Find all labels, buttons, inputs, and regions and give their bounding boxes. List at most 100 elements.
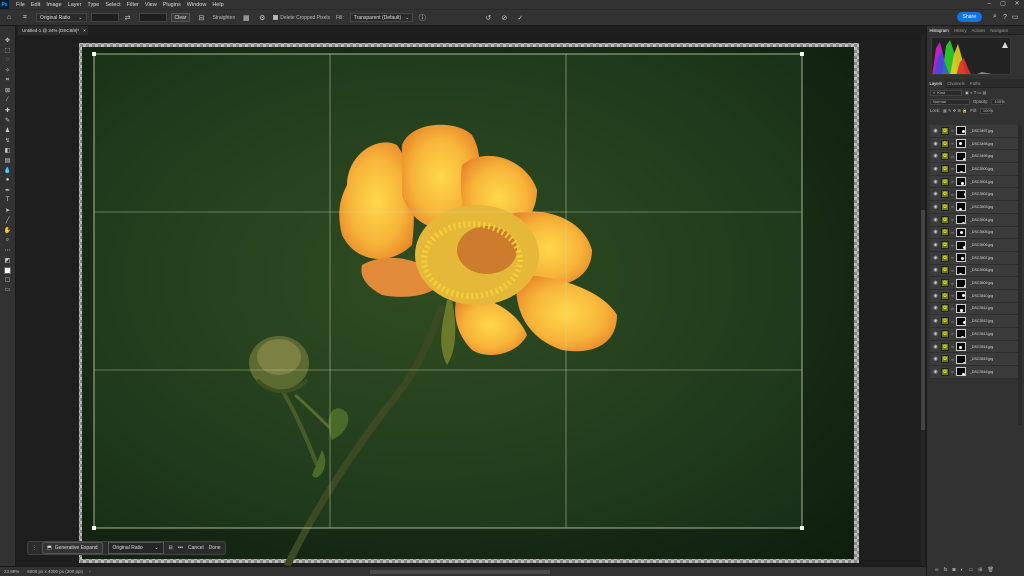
layer-mask-thumbnail[interactable]	[955, 177, 966, 187]
layer-row[interactable]: ◉ ✿ ∞ _DSC3505.jpg	[930, 226, 1018, 240]
generative-expand-button[interactable]: ⬒ Generative Expand	[42, 542, 103, 554]
crop-handle-bottom-left[interactable]	[92, 526, 96, 530]
horizontal-scroll-thumb[interactable]	[370, 570, 550, 574]
crop-handle-bottom-right[interactable]	[800, 526, 804, 530]
delete-cropped-checkbox[interactable]	[273, 15, 279, 20]
visibility-eye-icon[interactable]: ◉	[932, 369, 939, 375]
menu-view[interactable]: View	[142, 2, 160, 8]
magic-wand-icon[interactable]: ✧	[3, 65, 13, 75]
mask-link-icon[interactable]: ∞	[951, 217, 954, 222]
menu-window[interactable]: Window	[184, 2, 210, 8]
layer-mask-thumbnail[interactable]	[955, 139, 966, 149]
layer-row[interactable]: ◉ ✿ ∞ _DSC3499.jpg	[930, 150, 1018, 164]
layers-scrollbar[interactable]	[1018, 125, 1022, 425]
fx-icon[interactable]: fx	[944, 567, 948, 573]
filter-icons[interactable]: ▣ ◐ T ▭ ▤	[965, 90, 986, 95]
canvas-vertical-scrollbar[interactable]	[921, 35, 925, 566]
maximize-button[interactable]: ▢	[996, 0, 1010, 9]
layer-mask-thumbnail[interactable]	[955, 316, 966, 326]
visibility-eye-icon[interactable]: ◉	[932, 356, 939, 362]
visibility-eye-icon[interactable]: ◉	[932, 179, 939, 185]
layer-mask-thumbnail[interactable]	[955, 202, 966, 212]
layer-row[interactable]: ◉ ✿ ∞ _DSC3512.jpg	[930, 315, 1018, 328]
foreground-color-swatch[interactable]	[4, 267, 11, 274]
layer-mask-thumbnail[interactable]	[955, 354, 966, 364]
mask-link-icon[interactable]: ∞	[951, 319, 954, 324]
layer-row[interactable]: ◉ ✿ ∞ _DSC3500.jpg	[930, 163, 1018, 176]
layer-row[interactable]: ◉ ✿ ∞ _DSC3514.jpg	[930, 340, 1018, 354]
layer-row[interactable]: ◉ ✿ ∞ _DSC3503.jpg	[930, 201, 1018, 214]
menu-image[interactable]: Image	[43, 2, 64, 8]
context-done-button[interactable]: Done	[209, 545, 221, 551]
delete-cropped-option[interactable]: Delete Cropped Pixels	[273, 15, 330, 21]
visibility-eye-icon[interactable]: ◉	[932, 229, 939, 235]
mask-link-icon[interactable]: ∞	[951, 230, 954, 235]
crop-width-field[interactable]	[90, 13, 119, 22]
context-cancel-button[interactable]: Cancel	[188, 545, 204, 551]
commit-check-icon[interactable]: ✓	[515, 13, 525, 23]
info-icon[interactable]: ⓘ	[417, 13, 427, 23]
visibility-eye-icon[interactable]: ◉	[932, 166, 939, 172]
visibility-eye-icon[interactable]: ◉	[932, 217, 939, 223]
path-select-icon[interactable]: ➤	[3, 205, 13, 215]
screen-mode-icon[interactable]: ▭	[3, 284, 13, 294]
context-ratio-select[interactable]: Original Ratio ⌄	[107, 542, 164, 554]
workspace-icon[interactable]: ▭	[1010, 13, 1020, 21]
context-more-button[interactable]: •••	[178, 545, 183, 551]
menu-file[interactable]: File	[13, 2, 28, 8]
layer-row[interactable]: ◉ ✿ ∞ _DSC3501.jpg	[930, 175, 1018, 189]
visibility-eye-icon[interactable]: ◉	[932, 255, 939, 261]
menu-edit[interactable]: Edit	[28, 2, 43, 8]
group-folder-icon[interactable]: ▭	[969, 567, 974, 573]
type-tool-icon[interactable]: T	[3, 195, 13, 205]
visibility-eye-icon[interactable]: ◉	[932, 141, 939, 147]
cancel-crop-icon[interactable]: ⊘	[499, 13, 509, 23]
eyedropper-icon[interactable]: ⁄	[3, 95, 13, 105]
visibility-eye-icon[interactable]: ◉	[932, 242, 939, 248]
document-tab[interactable]: Untitled-1 @ 24% (DSC8/8)* ×	[18, 26, 88, 35]
mask-link-icon[interactable]: ∞	[951, 154, 954, 159]
trash-icon[interactable]: 🗑	[987, 567, 993, 573]
layer-row[interactable]: ◉ ✿ ∞ _DSC3509.jpg	[930, 277, 1018, 290]
mask-link-icon[interactable]: ∞	[951, 204, 954, 209]
clear-button[interactable]: Clear	[170, 13, 191, 22]
eraser-icon[interactable]: ◧	[3, 145, 13, 155]
crop-tool-icon[interactable]: ⌗	[3, 75, 13, 85]
mask-link-icon[interactable]: ∞	[951, 293, 954, 298]
layer-mask-thumbnail[interactable]	[955, 240, 966, 250]
layer-kind-filter[interactable]: ⌕ Kind	[930, 89, 962, 96]
blur-tool-icon[interactable]: 💧	[3, 165, 13, 175]
visibility-eye-icon[interactable]: ◉	[932, 204, 939, 210]
shape-tool-icon[interactable]: ╱	[3, 215, 13, 225]
fill-field[interactable]: 100%	[979, 107, 993, 114]
layer-row[interactable]: ◉ ✿ ∞ _DSC3508.jpg	[930, 264, 1018, 278]
visibility-eye-icon[interactable]: ◉	[932, 280, 939, 286]
tab-navigator[interactable]: Navigator	[988, 26, 1011, 35]
tab-paths[interactable]: Paths	[967, 79, 983, 88]
zoom-level[interactable]: 23.89%	[4, 569, 19, 574]
layer-mask-thumbnail[interactable]	[955, 342, 966, 352]
mask-link-icon[interactable]: ∞	[951, 268, 954, 273]
mask-link-icon[interactable]: ∞	[951, 128, 954, 133]
layer-mask-thumbnail[interactable]	[955, 189, 966, 199]
adjustment-layer-icon[interactable]: ◐	[961, 567, 964, 573]
share-button[interactable]: Share	[956, 12, 982, 22]
marquee-tool-icon[interactable]: ⬚	[3, 45, 13, 55]
layer-row[interactable]: ◉ ✿ ∞ _DSC3513.jpg	[930, 328, 1018, 341]
crop-ratio-select[interactable]: Original Ratio ⌄	[36, 13, 87, 22]
layer-row[interactable]: ◉ ✿ ∞ _DSC3497.jpg	[930, 125, 1018, 138]
layer-mask-thumbnail[interactable]	[955, 278, 966, 288]
menu-filter[interactable]: Filter	[124, 2, 142, 8]
layer-row[interactable]: ◉ ✿ ∞ _DSC3507.jpg	[930, 251, 1018, 265]
healing-brush-icon[interactable]: ✚	[3, 105, 13, 115]
mask-link-icon[interactable]: ∞	[951, 306, 954, 311]
layer-mask-thumbnail[interactable]	[955, 164, 966, 174]
straighten-icon[interactable]: ⊟	[196, 13, 206, 23]
fill-select[interactable]: Transparent (Default) ⌄	[349, 13, 414, 22]
minimize-button[interactable]: –	[982, 0, 996, 9]
new-layer-icon[interactable]: ⊞	[978, 567, 982, 573]
visibility-eye-icon[interactable]: ◉	[932, 344, 939, 350]
mask-link-icon[interactable]: ∞	[951, 141, 954, 146]
blend-mode-select[interactable]: Normal	[930, 98, 970, 105]
layer-row[interactable]: ◉ ✿ ∞ _DSC3498.jpg	[930, 137, 1018, 151]
